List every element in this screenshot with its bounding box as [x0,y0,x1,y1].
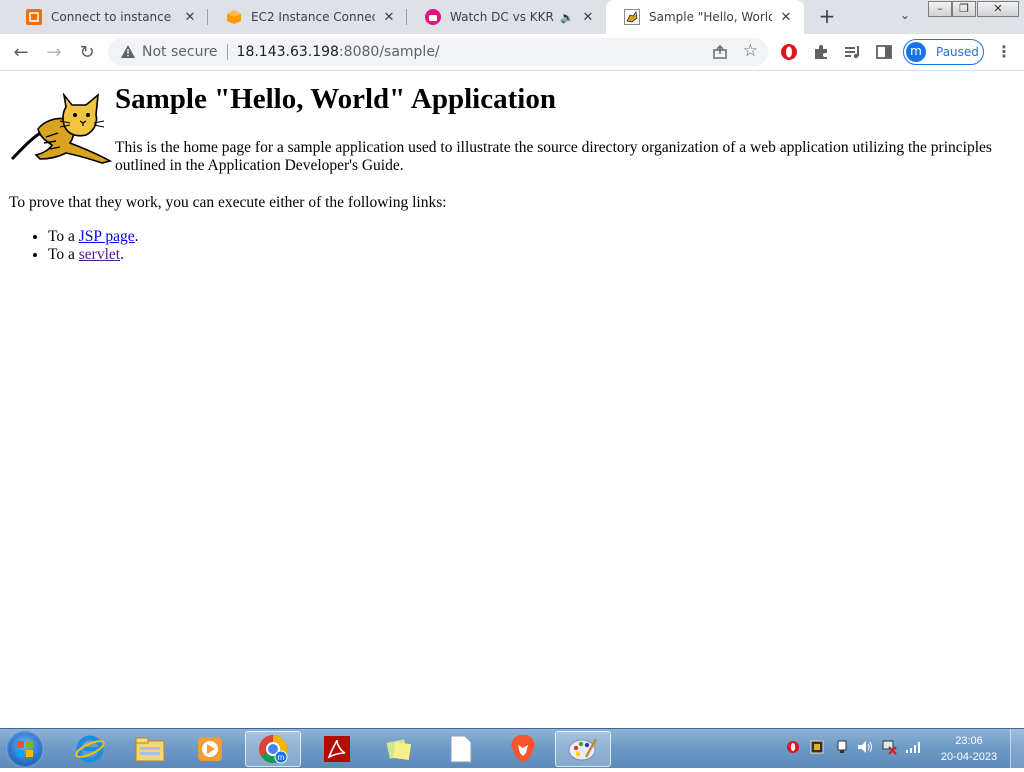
tab-ec2-instance-connect[interactable]: EC2 Instance Connect ✕ [208,0,407,34]
bookmark-star-icon[interactable]: ☆ [743,42,758,60]
tab-watch-dc-vs-kkr[interactable]: Watch DC vs KKR Live 🔈 ✕ [407,0,606,34]
aws-ec2-icon [26,9,42,25]
links-list: To a JSP page. To a servlet. [9,228,138,264]
avatar: m [906,42,926,62]
acrobat-icon[interactable] [309,731,365,767]
forward-arrow-icon[interactable]: → [42,40,66,64]
jsp-page-link[interactable]: JSP page [79,228,135,245]
windows-taskbar: m 23:06 20-04-2023 [0,728,1024,769]
minimize-button[interactable]: – [928,1,952,17]
close-icon[interactable]: ✕ [381,9,397,25]
servlet-link[interactable]: servlet [79,246,120,263]
tab-connect-to-instance[interactable]: Connect to instance | EC2 ✕ [8,0,208,34]
side-panel-icon[interactable] [875,43,893,61]
prove-paragraph: To prove that they work, you can execute… [9,194,447,211]
audio-playing-icon[interactable]: 🔈 [560,11,574,24]
close-icon[interactable]: ✕ [182,9,198,25]
svg-text:m: m [278,753,285,762]
profile-button[interactable]: m Paused [903,39,984,65]
url-host[interactable]: 18.143.63.198 [237,44,339,60]
internet-explorer-icon[interactable] [62,731,118,767]
reload-icon[interactable]: ↻ [75,40,99,64]
address-bar[interactable]: Not secure 18.143.63.198:8080/sample/ ☆ [108,38,768,66]
warning-icon[interactable] [120,44,136,60]
url-path[interactable]: :8080/sample/ [339,44,440,60]
close-icon[interactable]: ✕ [580,9,596,25]
opera-tray-icon[interactable] [785,739,801,755]
clock-time: 23:06 [955,735,983,747]
app-tray-icon[interactable] [809,739,825,755]
hotstar-icon [425,9,441,25]
list-item: To a JSP page. [48,228,138,246]
clock-date: 20-04-2023 [940,751,998,763]
tomcat-favicon [624,9,640,25]
extensions-puzzle-icon[interactable] [812,43,830,61]
aws-cube-icon [226,9,242,25]
page-title: Sample "Hello, World" Application [115,83,556,115]
paint-icon[interactable] [555,731,611,767]
windows-logo-icon [17,741,33,757]
intro-paragraph: This is the home page for a sample appli… [115,139,992,174]
share-icon[interactable] [712,44,728,60]
tab-title: Watch DC vs KKR Live [450,10,556,24]
back-arrow-icon[interactable]: ← [9,40,33,64]
blank-file-icon[interactable] [433,731,489,767]
tab-title: Connect to instance | EC2 [51,10,176,24]
tab-search-chevron-icon[interactable]: ⌄ [895,8,915,28]
new-tab-button[interactable]: + [815,5,839,29]
media-control-icon[interactable] [843,43,861,61]
sticky-notes-icon[interactable] [371,731,427,767]
list-item: To a servlet. [48,246,138,264]
tab-strip: Connect to instance | EC2 ✕ EC2 Instance… [0,0,1024,34]
safely-remove-hardware-icon[interactable] [834,739,850,755]
opera-extension-icon[interactable] [780,43,798,61]
menu-kebab-icon[interactable]: ⋮ [996,43,1012,61]
show-desktop-button[interactable] [1010,729,1024,769]
chrome-icon[interactable]: m [245,731,301,767]
security-label[interactable]: Not secure [142,44,218,60]
close-window-button[interactable]: ✕ [977,1,1019,17]
wifi-signal-icon[interactable] [905,739,921,755]
restore-button[interactable]: ❐ [952,1,976,17]
profile-status: Paused [936,45,979,59]
start-button[interactable] [6,730,44,768]
file-explorer-icon[interactable] [122,731,178,767]
volume-icon[interactable] [857,739,873,755]
browser-toolbar: ← → ↻ Not secure 18.143.63.198:8080/samp… [0,34,1024,71]
system-clock[interactable]: 23:06 20-04-2023 [934,733,1004,765]
close-icon[interactable]: ✕ [778,9,794,25]
tab-sample-hello-world[interactable]: Sample "Hello, World" Ap ✕ [606,0,804,34]
tomcat-logo [10,93,112,164]
network-disconnected-icon[interactable] [881,739,897,755]
brave-icon[interactable] [495,731,551,767]
page-content: Sample "Hello, World" Application This i… [0,71,1024,728]
tab-title: Sample "Hello, World" Ap [649,10,772,24]
tab-title: EC2 Instance Connect [251,10,375,24]
media-player-icon[interactable] [182,731,238,767]
